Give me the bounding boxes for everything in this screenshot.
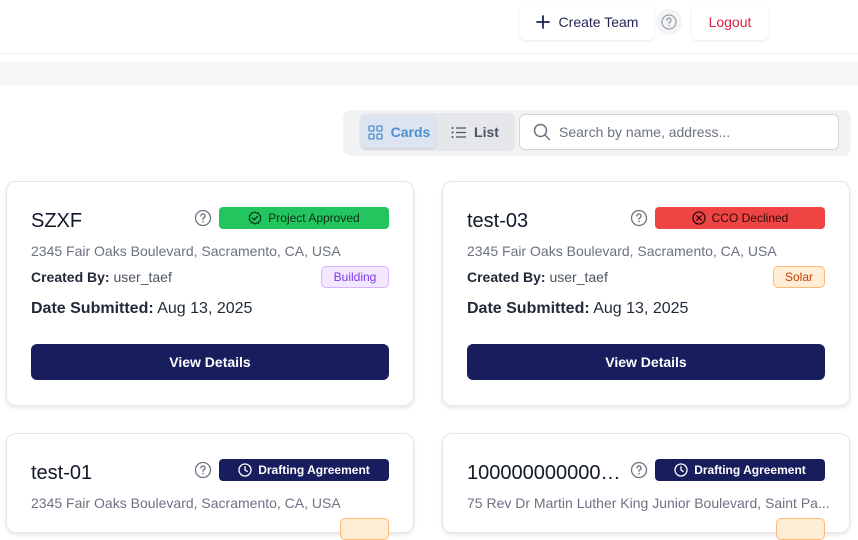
- view-details-button[interactable]: View Details: [31, 344, 389, 380]
- status-badge: Project Approved: [219, 207, 389, 229]
- help-icon[interactable]: [194, 461, 212, 479]
- grid-icon: [368, 124, 383, 140]
- created-by-value: user_taef: [113, 269, 172, 285]
- view-toggle: Cards List: [359, 113, 515, 151]
- search-box: [519, 114, 839, 150]
- status-badge: Drafting Agreement: [219, 459, 389, 481]
- created-by-label: Created By:: [467, 269, 546, 285]
- list-view-button[interactable]: List: [438, 116, 512, 148]
- created-by-label: Created By:: [31, 269, 110, 285]
- project-card: 1000000000000... Drafting Agreement 75 R…: [442, 433, 850, 540]
- search-input[interactable]: [559, 124, 829, 140]
- date-submitted: Date Submitted: Aug 13, 2025: [467, 300, 688, 318]
- date-submitted-value: Aug 13, 2025: [157, 300, 253, 317]
- project-type-tag: Building: [321, 266, 389, 288]
- check-badge-icon: [248, 211, 262, 225]
- project-address: 2345 Fair Oaks Boulevard, Sacramento, CA…: [31, 495, 341, 511]
- list-view-label: List: [474, 124, 499, 140]
- status-badge: Drafting Agreement: [655, 459, 825, 481]
- project-address: 2345 Fair Oaks Boulevard, Sacramento, CA…: [467, 243, 777, 259]
- search-icon: [533, 123, 551, 141]
- status-label: Drafting Agreement: [694, 463, 806, 477]
- help-icon[interactable]: [630, 461, 648, 479]
- created-by-value: user_taef: [549, 269, 608, 285]
- project-type-tag: [340, 518, 389, 540]
- project-type-tag: Solar: [773, 266, 825, 288]
- clock-icon: [674, 463, 688, 477]
- help-icon[interactable]: [194, 209, 212, 227]
- help-icon[interactable]: [656, 9, 682, 35]
- project-card: SZXF Project Approved 2345 Fair Oaks Bou…: [6, 181, 414, 406]
- status-label: Project Approved: [268, 211, 360, 225]
- project-title: test-01: [31, 462, 93, 484]
- page-divider-strip: [0, 62, 858, 86]
- view-toolbar: Cards List: [343, 110, 851, 156]
- clock-icon: [238, 463, 252, 477]
- list-icon: [451, 126, 467, 138]
- create-team-label: Create Team: [558, 14, 639, 30]
- date-submitted-value: Aug 13, 2025: [593, 300, 689, 317]
- date-submitted-label: Date Submitted:: [467, 300, 590, 317]
- plus-icon: [535, 15, 550, 29]
- create-team-button[interactable]: Create Team: [520, 4, 654, 40]
- project-card: test-01 Drafting Agreement 2345 Fair Oak…: [6, 433, 414, 540]
- project-address: 2345 Fair Oaks Boulevard, Sacramento, CA…: [31, 243, 341, 259]
- date-submitted-label: Date Submitted:: [31, 300, 154, 317]
- date-submitted: Date Submitted: Aug 13, 2025: [31, 300, 252, 318]
- created-by: Created By: user_taef: [467, 269, 608, 285]
- help-icon[interactable]: [630, 209, 648, 227]
- x-circle-icon: [691, 211, 706, 225]
- project-title: test-03: [467, 210, 529, 232]
- top-bar: Create Team Logout: [0, 0, 858, 54]
- cards-view-button[interactable]: Cards: [362, 116, 436, 148]
- project-title: SZXF: [31, 210, 83, 232]
- status-label: Drafting Agreement: [258, 463, 370, 477]
- project-card: test-03 CCO Declined 2345 Fair Oaks Boul…: [442, 181, 850, 406]
- created-by: Created By: user_taef: [31, 269, 172, 285]
- status-label: CCO Declined: [711, 211, 789, 225]
- project-type-tag: [776, 518, 825, 540]
- project-title: 1000000000000...: [467, 462, 625, 484]
- cards-view-label: Cards: [390, 124, 431, 140]
- view-details-button[interactable]: View Details: [467, 344, 825, 380]
- project-address: 75 Rev Dr Martin Luther King Junior Boul…: [467, 495, 830, 511]
- status-badge: CCO Declined: [655, 207, 825, 229]
- logout-button[interactable]: Logout: [692, 4, 768, 40]
